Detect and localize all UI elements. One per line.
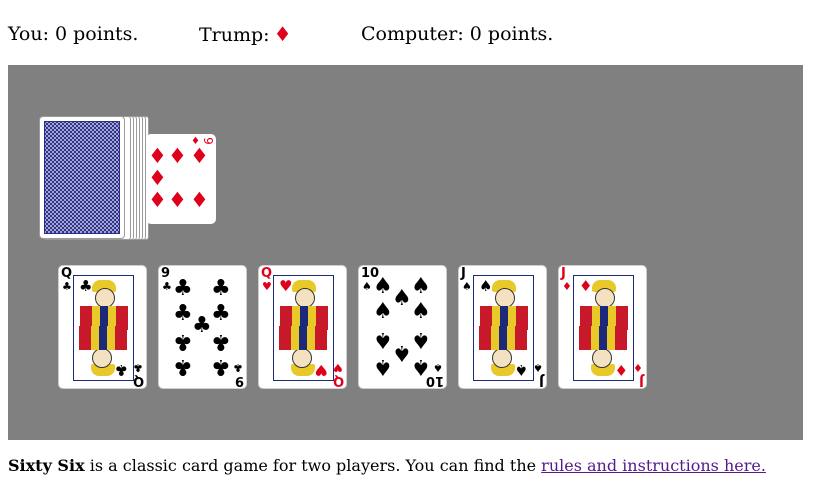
hand-card-jack-diamonds[interactable]: J ♦ ♦ ♦ ♦ J [558, 265, 647, 389]
club-icon: ♣ [62, 280, 72, 293]
footer-description: Sixty Six is a classic card game for two… [8, 455, 766, 477]
card-rank: 10 [425, 373, 444, 388]
queen-portrait: ♥ ♥ [273, 275, 334, 381]
heart-icon: ♥ [262, 280, 272, 293]
card-rank: J [461, 266, 466, 281]
spade-icon: ♠ [373, 299, 393, 324]
spade-icon: ♠ [373, 274, 393, 299]
card-rank: J [539, 373, 544, 388]
card-rank: J [639, 373, 644, 388]
computer-score: Computer: 0 points. [361, 23, 554, 45]
hand-card-queen-clubs[interactable]: Q ♣ ♣ ♣ ♣ Q [58, 265, 147, 389]
spade-icon: ♠ [373, 354, 393, 379]
spade-icon: ♠ [433, 361, 443, 374]
club-icon: ♣ [173, 329, 193, 354]
heart-icon: ♥ [333, 361, 343, 374]
card-rank: Q [332, 373, 344, 388]
draw-deck[interactable] [39, 116, 125, 239]
spade-icon: ♠ [411, 299, 431, 324]
spade-icon: ♠ [462, 280, 472, 293]
spade-icon: ♠ [392, 340, 412, 365]
card-rank: J [561, 266, 566, 281]
hand-card-queen-hearts[interactable]: Q ♥ ♥ ♥ ♥ Q [258, 265, 347, 389]
card-rank: Q [61, 266, 73, 281]
hand-card-nine-clubs[interactable]: 9 ♣ ♣ ♣ ♣ ♣ ♣ ♣ ♣ ♣ ♣ ♣ 9 [158, 265, 247, 389]
trump-card: 9 ♦ ♦ ♦ ♦ ♦ ♦ ♦ ♦ [146, 134, 216, 224]
card-rank: 9 [234, 373, 244, 388]
club-icon: ♣ [192, 313, 212, 338]
jack-portrait: ♦ ♦ [573, 275, 634, 381]
club-icon: ♣ [162, 280, 172, 293]
trump-indicator: Trump: ♦ [199, 22, 292, 47]
trump-label: Trump: [199, 24, 270, 46]
club-icon: ♣ [233, 361, 243, 374]
club-icon: ♣ [173, 276, 193, 301]
hand-card-ten-spades[interactable]: 10 ♠ ♠ ♠ ♠ ♠ ♠ ♠ ♠ ♠ ♠ ♠ ♠ 10 [358, 265, 447, 389]
footer-text: is a classic card game for two players. … [84, 456, 542, 475]
diamond-icon: ♦ [148, 188, 167, 212]
spade-icon: ♠ [373, 327, 393, 352]
club-icon: ♣ [133, 361, 143, 374]
spade-icon: ♠ [411, 274, 431, 299]
card-table: 9 ♦ ♦ ♦ ♦ ♦ ♦ ♦ ♦ Q ♣ ♣ ♣ ♣ Q 9 ♣ ♣ ♣ ♣ … [8, 65, 803, 440]
diamond-icon: ♦ [633, 361, 643, 374]
diamond-icon: ♦ [168, 188, 187, 212]
club-icon: ♣ [211, 276, 231, 301]
diamond-icon: ♦ [148, 144, 167, 168]
spade-icon: ♠ [362, 280, 372, 293]
spade-icon: ♠ [411, 327, 431, 352]
club-icon: ♣ [173, 354, 193, 379]
card-rank: Q [132, 373, 144, 388]
club-icon: ♣ [211, 329, 231, 354]
diamond-icon: ♦ [168, 144, 187, 168]
diamond-icon: ♦ [273, 22, 292, 46]
diamond-icon: ♦ [190, 188, 209, 212]
spade-icon: ♠ [392, 286, 412, 311]
rules-link[interactable]: rules and instructions here. [541, 456, 766, 475]
spade-icon: ♠ [533, 361, 543, 374]
player-score: You: 0 points. [8, 23, 139, 45]
diamond-icon: ♦ [562, 280, 572, 293]
card-rank: Q [261, 266, 273, 281]
queen-portrait: ♣ ♣ [73, 275, 134, 381]
diamond-icon: ♦ [190, 144, 209, 168]
card-rank: 9 [161, 266, 171, 281]
jack-portrait: ♠ ♠ [473, 275, 534, 381]
hand-card-jack-spades[interactable]: J ♠ ♠ ♠ ♠ J [458, 265, 547, 389]
club-icon: ♣ [211, 354, 231, 379]
diamond-icon: ♦ [148, 166, 167, 190]
club-icon: ♣ [173, 301, 193, 326]
card-back-icon [44, 121, 120, 234]
game-title: Sixty Six [8, 456, 85, 475]
club-icon: ♣ [211, 301, 231, 326]
